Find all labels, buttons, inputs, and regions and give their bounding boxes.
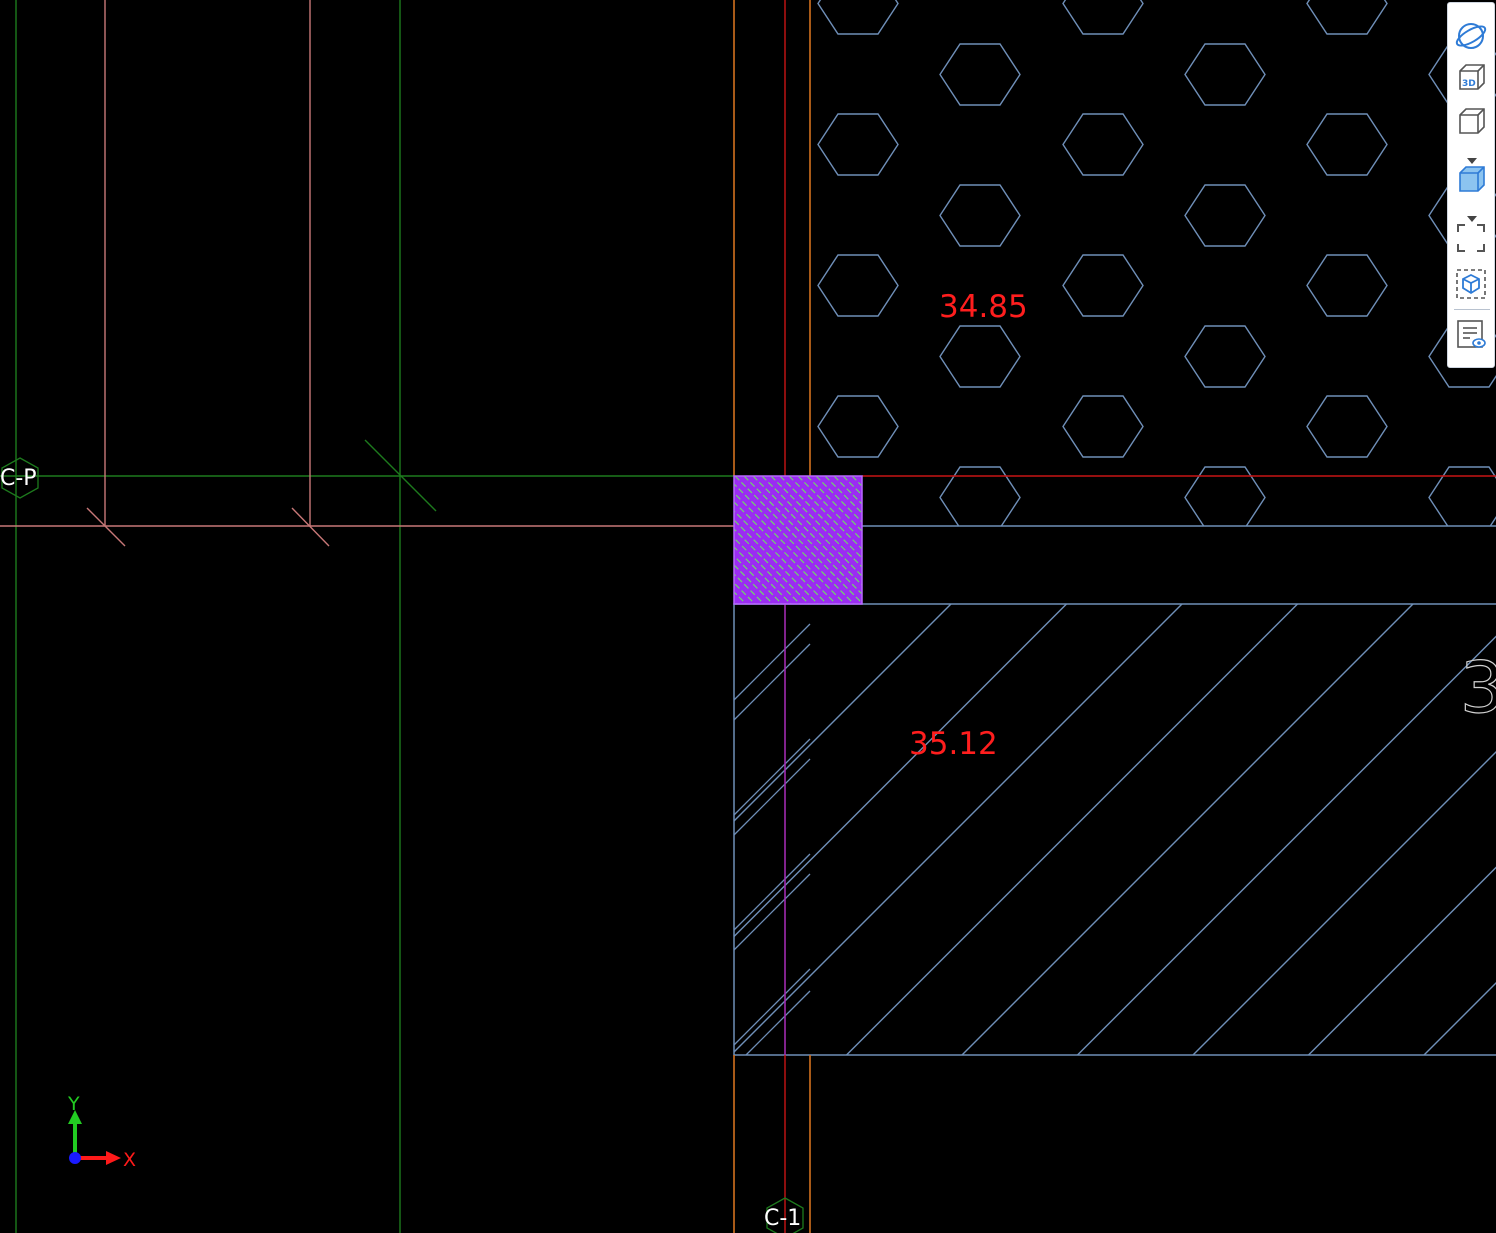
axis-label-x: X [123,1149,136,1171]
left-partial-hatch [733,623,811,1056]
hatch-diagonal-line [734,604,1183,1053]
grid-label-c-p: C-P [0,466,37,491]
zoom-extents-button[interactable] [1454,221,1488,255]
hatch-diagonal-line [734,604,952,822]
grid-label-c-1: C-1 [764,1206,801,1231]
hatch-diagonal-line [734,604,1067,938]
list-eye-icon [1457,320,1486,348]
hatch-hexagon [1306,254,1388,317]
hatch-hexagon [939,184,1021,247]
column-hatch-line [734,600,738,604]
hatch-diagonal-line [1077,635,1496,1055]
hatch-hexagon [1062,113,1144,176]
grid-bubble-c-1[interactable]: C-1 [764,1197,804,1233]
cube-shaded-icon [1459,166,1485,192]
view-cube-shaded-button[interactable] [1454,163,1488,197]
selected-column[interactable] [600,475,1025,605]
view-toolbar: 3D [1447,2,1495,368]
zoom-selected-icon [1456,269,1486,299]
grid-lines-green [0,0,734,1233]
zoom-extents-icon [1457,224,1485,252]
column-hatch-line [734,591,747,604]
grid-lines-red [784,0,1496,1233]
hatch-hexagon [1184,43,1266,106]
edge-label-partial: 3 [1460,647,1496,729]
hatch-hexagon [817,0,899,35]
cad-drawing-canvas[interactable]: C-P C-1 34.85 35.12 3 Y X [0,0,1496,1233]
column-hatch-line [870,476,998,604]
column-lines-orange [733,0,811,1233]
cube-outline-dropdown-caret[interactable] [1467,149,1477,164]
hatch-hexagon [1184,184,1266,247]
orbit-button[interactable] [1454,19,1488,53]
column-hatch-line [860,476,862,478]
hatch-hexagon [817,254,899,317]
hatch-hexagon [1062,254,1144,317]
cube-outline-icon [1459,108,1485,134]
hatch-hexagon [1062,0,1144,35]
column-hatch-line [851,476,862,487]
hatch-hexagon [817,395,899,458]
zoom-selected-button[interactable] [1454,267,1488,301]
hatch-hexagon [939,325,1021,388]
hatch-hexagon [1306,0,1388,35]
hatch-hexagon [1062,395,1144,458]
diagonal-hatch-region [734,604,1496,1055]
hatch-hexagon [1306,113,1388,176]
column-hatch-line [600,476,728,604]
hatch-hexagon [1306,395,1388,458]
hatch-hexagon [1184,325,1266,388]
hatch-hexagon [817,113,899,176]
hatch-diagonal-line [846,604,1298,1055]
grid-bubble-c-p[interactable]: C-P [0,457,39,499]
column-hatch-line [888,476,1016,604]
ucs-axis-icon: Y X [67,1093,136,1171]
view-cube-outline-button[interactable] [1454,105,1488,139]
view-3d-button[interactable]: 3D [1454,61,1488,95]
region-value-lower[interactable]: 35.12 [909,726,998,762]
axis-label-y: Y [67,1093,80,1115]
cube-3d-icon: 3D [1459,64,1485,90]
region-value-upper[interactable]: 34.85 [939,289,1028,325]
toolbar-separator [1454,309,1490,310]
properties-view-button[interactable] [1454,317,1488,351]
hexagon-hatch-region [817,0,1496,526]
wall-lines-pink [0,0,734,547]
cube-shaded-dropdown-caret[interactable] [1467,207,1477,222]
hatch-hexagon [939,43,1021,106]
cube-3d-badge: 3D [1462,79,1476,89]
column-hatch-line [897,476,1025,604]
column-hatch-line [879,476,1007,604]
hatch-diagonal-line [961,604,1414,1055]
orbit-icon [1455,23,1487,49]
